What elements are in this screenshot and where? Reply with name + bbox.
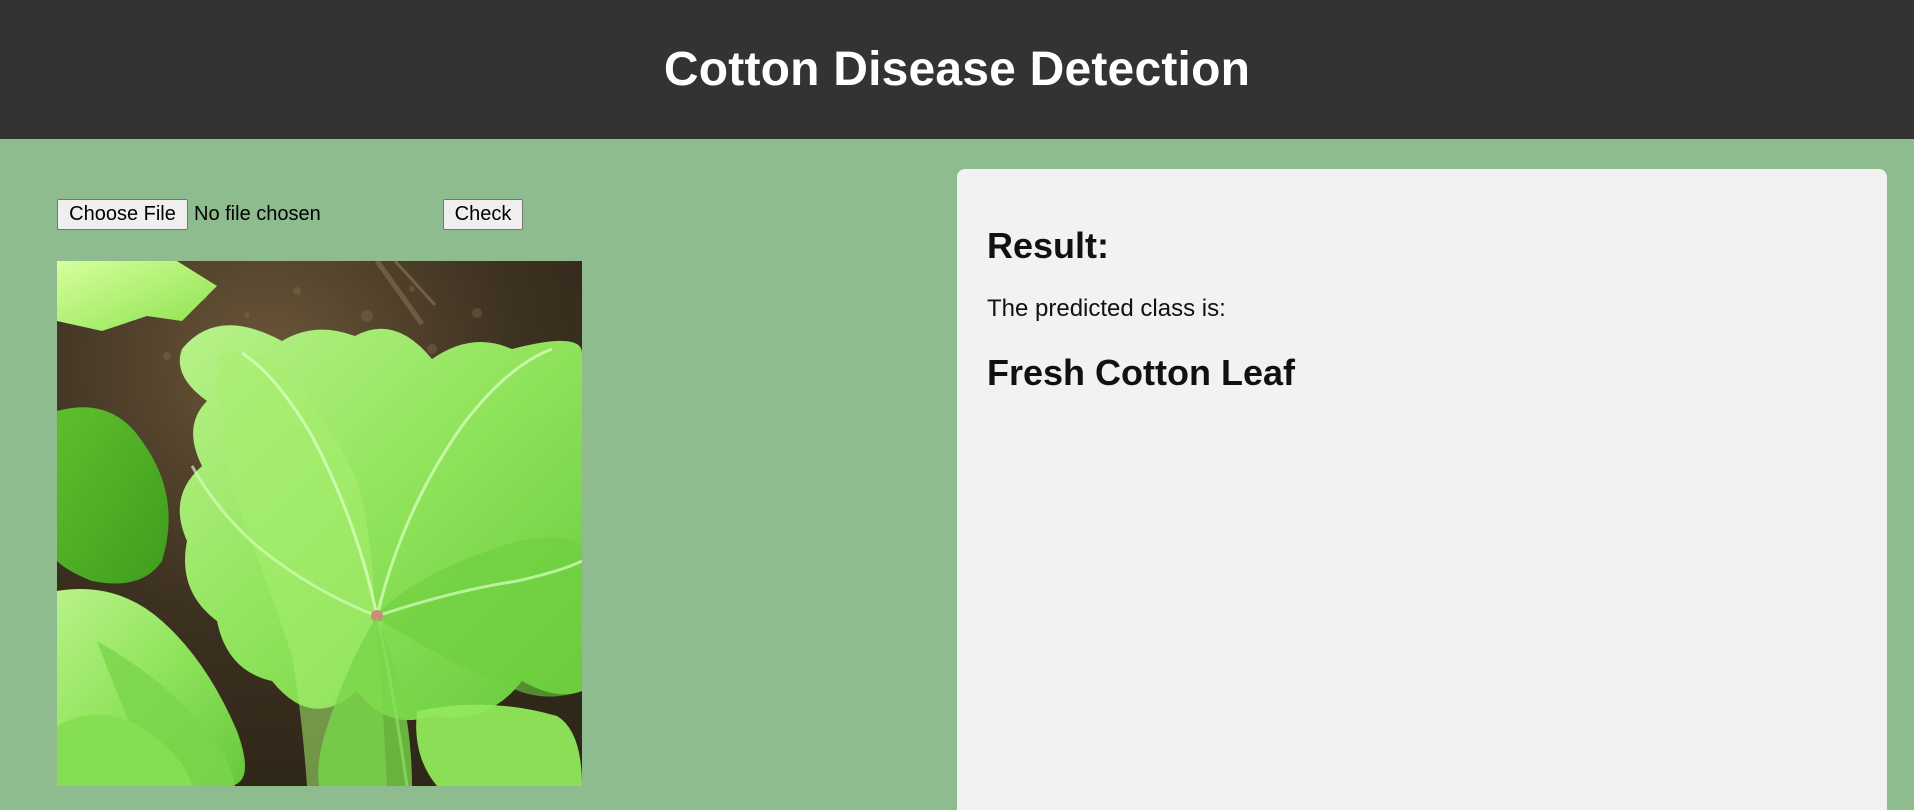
choose-file-button[interactable]: Choose File	[57, 199, 188, 230]
page-title: Cotton Disease Detection	[663, 43, 1251, 96]
cotton-leaf-image	[57, 261, 582, 786]
uploaded-leaf-image	[57, 261, 582, 786]
result-heading: Result:	[987, 225, 1110, 266]
upload-panel: Choose File No file chosen Check	[57, 199, 857, 786]
check-button[interactable]: Check	[443, 199, 523, 230]
result-panel: Result: The predicted class is: Fresh Co…	[957, 169, 1887, 810]
prediction-label: The predicted class is:	[987, 294, 1226, 322]
file-upload-row: Choose File No file chosen Check	[57, 199, 857, 231]
file-status-text: No file chosen	[194, 203, 321, 225]
page-header: Cotton Disease Detection	[0, 0, 1914, 139]
predicted-class: Fresh Cotton Leaf	[987, 351, 1296, 393]
